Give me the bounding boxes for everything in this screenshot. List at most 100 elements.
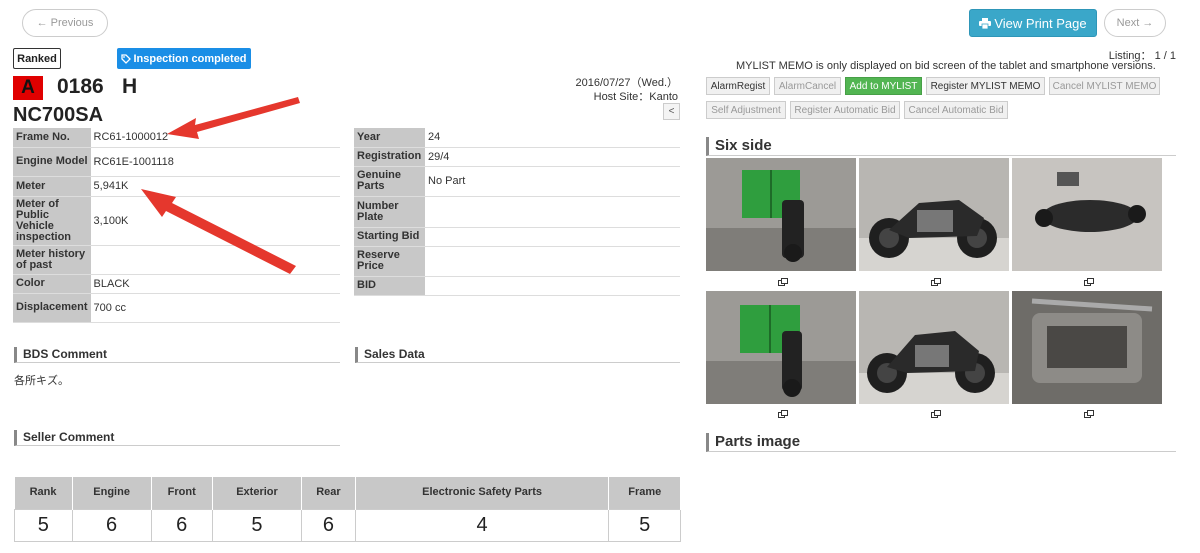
grade-header: Electronic Safety Parts <box>355 477 610 509</box>
grade-header-row: Rank Engine Front Exterior Rear Electron… <box>14 477 681 509</box>
tag-icon <box>121 53 132 64</box>
lane-letter: A <box>13 76 43 100</box>
alarm-cancel-button[interactable]: AlarmCancel <box>774 77 841 95</box>
alarm-regist-button[interactable]: AlarmRegist <box>706 77 770 95</box>
bid-value <box>425 276 680 296</box>
collapse-button[interactable]: < <box>663 103 680 120</box>
spec-key: Starting Bid <box>354 227 425 247</box>
grade-header: Front <box>151 477 213 509</box>
spec-row: Reserve Price <box>354 246 680 277</box>
grade-engine-value: 6 <box>71 508 152 542</box>
mylist-memo-note: MYLIST MEMO is only displayed on bid scr… <box>736 60 1156 72</box>
registration-value: 29/4 <box>425 147 680 167</box>
expand-icon[interactable] <box>931 409 941 418</box>
spec-row: Meter of Public Vehicle inspection 3,100K <box>13 196 340 246</box>
spec-row: Starting Bid <box>354 227 680 247</box>
displacement-value: 700 cc <box>90 293 340 323</box>
grade-table: Rank Engine Front Exterior Rear Electron… <box>14 477 681 542</box>
vehicle-spec-table: Frame No. RC61-1000012 Engine Model RC61E-… <box>13 128 340 323</box>
meter-value: 5,941K <box>90 176 340 197</box>
spec-row: Frame No. RC61-1000012 <box>13 128 340 148</box>
grade-exterior-value: 5 <box>211 508 303 542</box>
meter-history <box>90 245 340 275</box>
model-name: NC700SA <box>13 104 104 126</box>
engine-model: RC61E-1001118 <box>90 147 340 177</box>
spec-key: Meter history of past <box>13 245 91 275</box>
photo-side-left[interactable] <box>859 291 1009 404</box>
spec-key: Meter <box>13 176 91 197</box>
reserve-price-value <box>425 246 680 277</box>
spec-row: Genuine Parts No Part <box>354 166 680 197</box>
spec-key: Displacement <box>13 293 91 323</box>
grade-header: Engine <box>72 477 152 509</box>
bds-comment-heading: BDS Comment <box>14 347 340 363</box>
add-to-mylist-button[interactable]: Add to MYLIST <box>845 77 922 95</box>
grade-header: Frame <box>608 477 681 509</box>
inspection-completed-badge: Inspection completed <box>117 48 251 69</box>
cancel-automatic-bid-button[interactable]: Cancel Automatic Bid <box>904 101 1008 119</box>
grade-rank-value: 5 <box>14 508 73 542</box>
expand-icon[interactable] <box>778 409 788 418</box>
frame-number: RC61-1000012 <box>90 128 340 148</box>
expand-icon[interactable] <box>1084 277 1094 286</box>
previous-button[interactable]: ← Previous <box>22 9 108 37</box>
photo-side-right[interactable] <box>859 158 1009 271</box>
photo-rear[interactable] <box>706 291 856 404</box>
genuine-parts-value: No Part <box>425 166 680 197</box>
starting-bid-value <box>425 227 680 247</box>
expand-icon[interactable] <box>1084 409 1094 418</box>
spec-row: BID <box>354 276 680 296</box>
grade-electronic-value: 4 <box>354 508 610 542</box>
ranked-badge: Ranked <box>13 48 61 69</box>
register-mylist-memo-button[interactable]: Register MYLIST MEMO <box>926 77 1045 95</box>
spec-row: Number Plate <box>354 196 680 228</box>
spec-key: Number Plate <box>354 196 425 228</box>
photo-front[interactable] <box>706 158 856 271</box>
spec-key: Reserve Price <box>354 246 425 277</box>
grade-front-value: 6 <box>150 508 213 542</box>
register-automatic-bid-button[interactable]: Register Automatic Bid <box>790 101 900 119</box>
spec-key: Color <box>13 274 91 294</box>
year-value: 24 <box>425 128 680 148</box>
lot-number: 0186 <box>57 75 104 98</box>
spec-key: Year <box>354 128 425 148</box>
public-inspection-meter: 3,100K <box>90 196 340 246</box>
grade-frame-value: 5 <box>608 508 681 542</box>
spec-row: Displacement 700 cc <box>13 293 340 323</box>
expand-icon[interactable] <box>778 277 788 286</box>
spec-row: Registration 29/4 <box>354 147 680 167</box>
spec-row: Year 24 <box>354 128 680 148</box>
photo-engine[interactable] <box>1012 291 1162 404</box>
spec-key: BID <box>354 276 425 296</box>
host-site: Host Site：Kanto <box>593 91 678 103</box>
sales-data-heading: Sales Data <box>355 347 680 363</box>
lot-suffix: H <box>122 75 138 98</box>
grade-value-row: 5 6 6 5 6 4 5 <box>14 508 681 542</box>
view-print-page-button[interactable]: View Print Page <box>969 9 1097 37</box>
spec-key: Registration <box>354 147 425 167</box>
spec-row: Meter 5,941K <box>13 176 340 197</box>
spec-key: Engine Model <box>13 147 91 177</box>
inspection-label: Inspection completed <box>133 52 247 65</box>
next-button[interactable]: Next → <box>1104 9 1166 37</box>
color-value: BLACK <box>90 274 340 294</box>
spec-key: Frame No. <box>13 128 91 148</box>
print-label: View Print Page <box>994 15 1087 31</box>
spec-key: Meter of Public Vehicle inspection <box>13 196 91 246</box>
grade-rear-value: 6 <box>301 508 356 542</box>
spec-row: Engine Model RC61E-1001118 <box>13 147 340 177</box>
number-plate-value <box>425 196 680 228</box>
spec-key: Genuine Parts <box>354 166 425 197</box>
printer-icon <box>979 17 992 29</box>
expand-icon[interactable] <box>931 277 941 286</box>
spec-row: Meter history of past <box>13 245 340 275</box>
registration-spec-table: Year 24 Registration 29/4 Genuine Parts No … <box>354 128 680 296</box>
self-adjustment-button[interactable]: Self Adjustment <box>706 101 786 119</box>
cancel-mylist-memo-button[interactable]: Cancel MYLIST MEMO <box>1049 77 1160 95</box>
photo-top[interactable] <box>1012 158 1162 271</box>
spec-row: Color BLACK <box>13 274 340 294</box>
grade-header: Rear <box>301 477 356 509</box>
grade-header: Exterior <box>212 477 303 509</box>
seller-comment-heading: Seller Comment <box>14 430 340 446</box>
parts-image-heading: Parts image <box>706 433 1176 452</box>
